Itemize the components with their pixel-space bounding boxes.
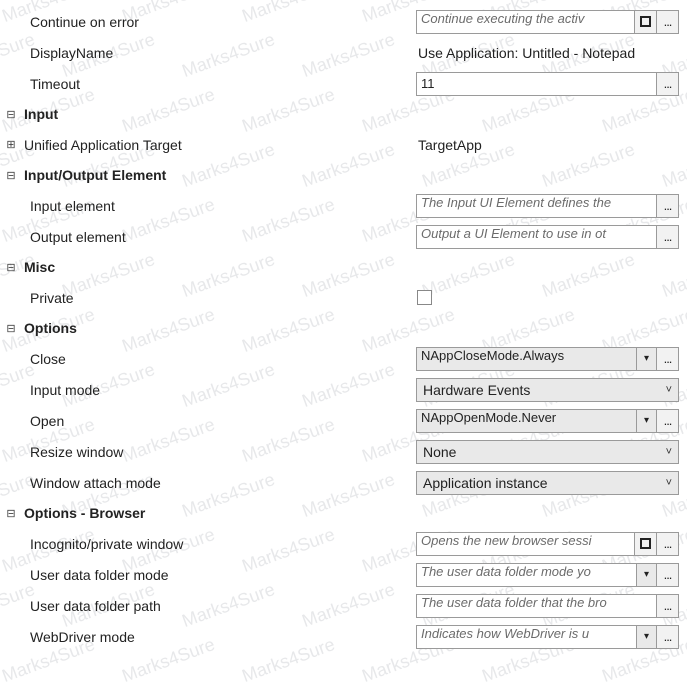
row-webdriver-mode: WebDriver mode Indicates how WebDriver i…: [4, 621, 679, 652]
label-input-element: Input element: [18, 198, 416, 214]
open-dropdown-button[interactable]: ▾: [637, 409, 657, 433]
label-resize-window: Resize window: [18, 444, 416, 460]
window-attach-mode-combo[interactable]: Application instance ˅: [416, 471, 679, 495]
stop-icon[interactable]: [635, 10, 657, 34]
label-window-attach-mode: Window attach mode: [18, 475, 416, 491]
close-dropdown-button[interactable]: ▾: [637, 347, 657, 371]
unified-application-target-value[interactable]: TargetApp: [416, 137, 482, 153]
incognito-input[interactable]: Opens the new browser sessi: [416, 532, 635, 556]
close-combo[interactable]: NAppCloseMode.Always: [416, 347, 637, 371]
display-name-value[interactable]: Use Application: Untitled - Notepad: [416, 45, 635, 61]
label-continue-on-error: Continue on error: [18, 14, 416, 30]
chevron-down-icon: ˅: [666, 384, 672, 396]
row-incognito: Incognito/private window Opens the new b…: [4, 528, 679, 559]
label-output-element: Output element: [18, 229, 416, 245]
row-close: Close NAppCloseMode.Always ▾ ...: [4, 343, 679, 374]
collapse-icon[interactable]: ⊟: [4, 169, 18, 182]
user-data-folder-path-ellipsis-button[interactable]: ...: [657, 594, 679, 618]
label-user-data-folder-path: User data folder path: [18, 598, 416, 614]
label-open: Open: [18, 413, 416, 429]
input-mode-value: Hardware Events: [423, 382, 530, 398]
webdriver-mode-input[interactable]: Indicates how WebDriver is u: [416, 625, 637, 649]
input-mode-combo[interactable]: Hardware Events ˅: [416, 378, 679, 402]
input-element-input[interactable]: The Input UI Element defines the: [416, 194, 657, 218]
row-resize-window: Resize window None ˅: [4, 436, 679, 467]
output-element-input[interactable]: Output a UI Element to use in ot: [416, 225, 657, 249]
incognito-ellipsis-button[interactable]: ...: [657, 532, 679, 556]
continue-on-error-ellipsis-button[interactable]: ...: [657, 10, 679, 34]
row-user-data-folder-path: User data folder path The user data fold…: [4, 590, 679, 621]
resize-window-combo[interactable]: None ˅: [416, 440, 679, 464]
properties-grid: Continue on error Continue executing the…: [0, 0, 687, 652]
user-data-folder-mode-ellipsis-button[interactable]: ...: [657, 563, 679, 587]
row-output-element: Output element Output a UI Element to us…: [4, 221, 679, 252]
chevron-down-icon: ˅: [666, 446, 672, 458]
chevron-down-icon: ˅: [666, 477, 672, 489]
section-input-output-element: ⊟ Input/Output Element: [4, 160, 679, 190]
input-element-ellipsis-button[interactable]: ...: [657, 194, 679, 218]
section-misc-label: Misc: [18, 259, 416, 275]
expand-icon[interactable]: ⊞: [4, 138, 18, 151]
close-ellipsis-button[interactable]: ...: [657, 347, 679, 371]
row-input-mode: Input mode Hardware Events ˅: [4, 374, 679, 405]
label-user-data-folder-mode: User data folder mode: [18, 567, 416, 583]
collapse-icon[interactable]: ⊟: [4, 261, 18, 274]
timeout-input[interactable]: [416, 72, 657, 96]
row-unified-application-target: ⊞ Unified Application Target TargetApp: [4, 129, 679, 160]
section-options-browser: ⊟ Options - Browser: [4, 498, 679, 528]
row-continue-on-error: Continue on error Continue executing the…: [4, 6, 679, 37]
timeout-ellipsis-button[interactable]: ...: [657, 72, 679, 96]
label-input-mode: Input mode: [18, 382, 416, 398]
row-open: Open NAppOpenMode.Never ▾ ...: [4, 405, 679, 436]
label-display-name: DisplayName: [18, 45, 416, 61]
section-options: ⊟ Options: [4, 313, 679, 343]
user-data-folder-path-input[interactable]: The user data folder that the bro: [416, 594, 657, 618]
webdriver-mode-ellipsis-button[interactable]: ...: [657, 625, 679, 649]
section-options-label: Options: [18, 320, 416, 336]
user-data-folder-mode-input[interactable]: The user data folder mode yo: [416, 563, 637, 587]
window-attach-mode-value: Application instance: [423, 475, 548, 491]
private-checkbox[interactable]: [417, 290, 432, 305]
user-data-folder-mode-dropdown-button[interactable]: ▾: [637, 563, 657, 587]
row-private: Private: [4, 282, 679, 313]
label-incognito: Incognito/private window: [18, 536, 416, 552]
label-unified-application-target: Unified Application Target: [18, 137, 416, 153]
open-combo[interactable]: NAppOpenMode.Never: [416, 409, 637, 433]
label-webdriver-mode: WebDriver mode: [18, 629, 416, 645]
continue-on-error-input[interactable]: Continue executing the activ: [416, 10, 635, 34]
section-options-browser-label: Options - Browser: [18, 505, 416, 521]
row-timeout: Timeout ...: [4, 68, 679, 99]
open-ellipsis-button[interactable]: ...: [657, 409, 679, 433]
section-input-label: Input: [18, 106, 416, 122]
label-private: Private: [18, 290, 416, 306]
label-timeout: Timeout: [18, 76, 416, 92]
row-user-data-folder-mode: User data folder mode The user data fold…: [4, 559, 679, 590]
collapse-icon[interactable]: ⊟: [4, 507, 18, 520]
section-misc: ⊟ Misc: [4, 252, 679, 282]
resize-window-value: None: [423, 444, 456, 460]
section-input-output-element-label: Input/Output Element: [18, 167, 416, 183]
row-window-attach-mode: Window attach mode Application instance …: [4, 467, 679, 498]
row-input-element: Input element The Input UI Element defin…: [4, 190, 679, 221]
output-element-ellipsis-button[interactable]: ...: [657, 225, 679, 249]
stop-icon[interactable]: [635, 532, 657, 556]
collapse-icon[interactable]: ⊟: [4, 322, 18, 335]
webdriver-mode-dropdown-button[interactable]: ▾: [637, 625, 657, 649]
row-display-name: DisplayName Use Application: Untitled - …: [4, 37, 679, 68]
collapse-icon[interactable]: ⊟: [4, 108, 18, 121]
label-close: Close: [18, 351, 416, 367]
section-input: ⊟ Input: [4, 99, 679, 129]
